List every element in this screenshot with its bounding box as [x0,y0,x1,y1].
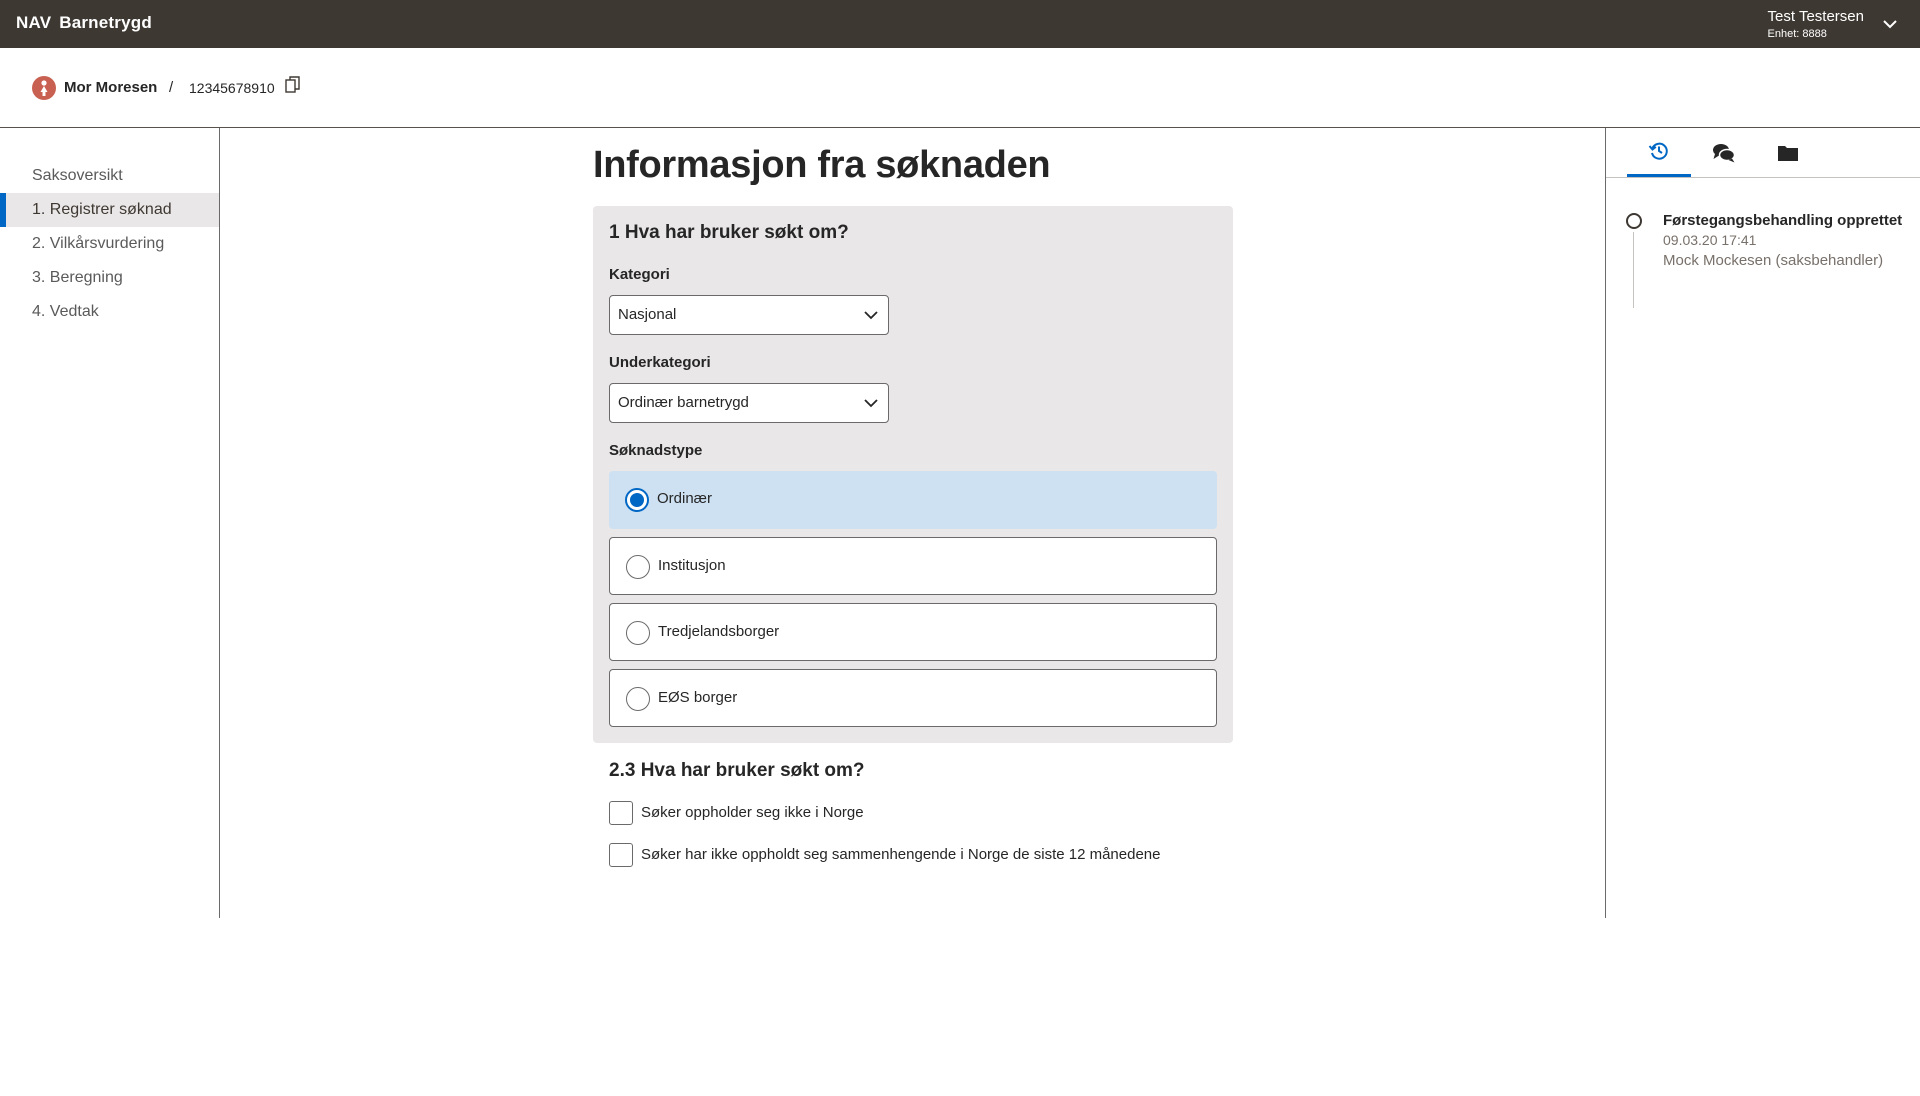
user-menu[interactable]: Test Testersen Enhet: 8888 [1768,8,1864,42]
radio-label: Ordinær [657,490,713,507]
radio-circle[interactable] [626,555,650,579]
chevron-down-icon [864,311,878,320]
page-title: Informasjon fra søknaden [593,144,1051,186]
person-separator: / [169,79,174,96]
history-icon [1648,142,1668,160]
history-line [1633,232,1634,308]
soknad-panel: 1 Hva har bruker søkt om? Kategori Nasjo… [593,206,1233,743]
menu-item-vedtak[interactable]: 4. Vedtak [0,295,219,329]
menu-item-vilkarsvurdering[interactable]: 2. Vilkårsvurdering [0,227,219,261]
person-id: 12345678910 [189,80,275,96]
kategori-label: Kategori [609,266,670,283]
user-name: Test Testersen [1767,8,1864,25]
tab-dialog[interactable] [1692,128,1756,177]
radio-ordinaer[interactable]: Ordinær [609,471,1217,529]
section2-title: 2.3 Hva har bruker søkt om? [609,760,865,781]
chevron-down-icon [864,399,878,408]
history-user: Mock Mockesen (saksbehandler) [1663,252,1884,269]
history-dot-icon [1626,213,1642,229]
underkategori-select[interactable]: Ordinær barnetrygd [609,383,889,423]
radio-institusjon[interactable]: Institusjon [609,537,1217,595]
radio-label: Institusjon [658,557,726,574]
tab-documents[interactable] [1756,128,1820,177]
chat-icon [1713,143,1736,162]
radio-eos-borger[interactable]: EØS borger [609,669,1217,727]
menu-item-registrer-soknad[interactable]: 1. Registrer søknad [0,193,219,227]
app-header: NAV Barnetrygd Test Testersen Enhet: 8888 [0,0,1920,48]
radio-tredjelandsborger[interactable]: Tredjelandsborger [609,603,1217,661]
radio-circle-checked[interactable] [625,488,649,512]
checkbox[interactable] [609,843,633,867]
chevron-down-icon[interactable] [1880,14,1900,34]
menu-item-saksoversikt[interactable]: Saksoversikt [0,159,219,193]
female-person-icon [32,76,56,100]
soknadstype-label: Søknadstype [609,442,703,459]
checkbox[interactable] [609,801,633,825]
folder-icon [1778,145,1798,161]
history-title: Førstegangsbehandling opprettet [1663,212,1903,229]
checkbox-label: Søker oppholder seg ikke i Norge [641,804,864,821]
menu-item-beregning[interactable]: 3. Beregning [0,261,219,295]
checkbox-label: Søker har ikke oppholdt seg sammenhengen… [641,846,1161,863]
right-panel-tabs [1606,128,1920,178]
copy-icon[interactable] [285,76,301,94]
kategori-value: Nasjonal [618,306,677,323]
left-menu: Saksoversikt 1. Registrer søknad 2. Vilk… [0,128,220,918]
user-unit: Enhet: 8888 [1767,28,1827,40]
app-brand[interactable]: NAV Barnetrygd [16,13,152,33]
brand-app: Barnetrygd [59,13,152,32]
brand-nav: NAV [16,13,52,32]
underkategori-value: Ordinær barnetrygd [618,394,749,411]
radio-circle[interactable] [626,687,650,711]
underkategori-label: Underkategori [609,354,711,371]
radio-label: EØS borger [658,689,738,706]
section-title: 1 Hva har bruker søkt om? [609,222,849,243]
person-name: Mor Moresen [64,79,158,96]
right-panel: Førstegangsbehandling opprettet 09.03.20… [1605,128,1920,918]
radio-circle[interactable] [626,621,650,645]
tab-history[interactable] [1627,128,1691,177]
kategori-select[interactable]: Nasjonal [609,295,889,335]
history-date: 09.03.20 17:41 [1663,232,1757,248]
radio-label: Tredjelandsborger [658,623,780,640]
